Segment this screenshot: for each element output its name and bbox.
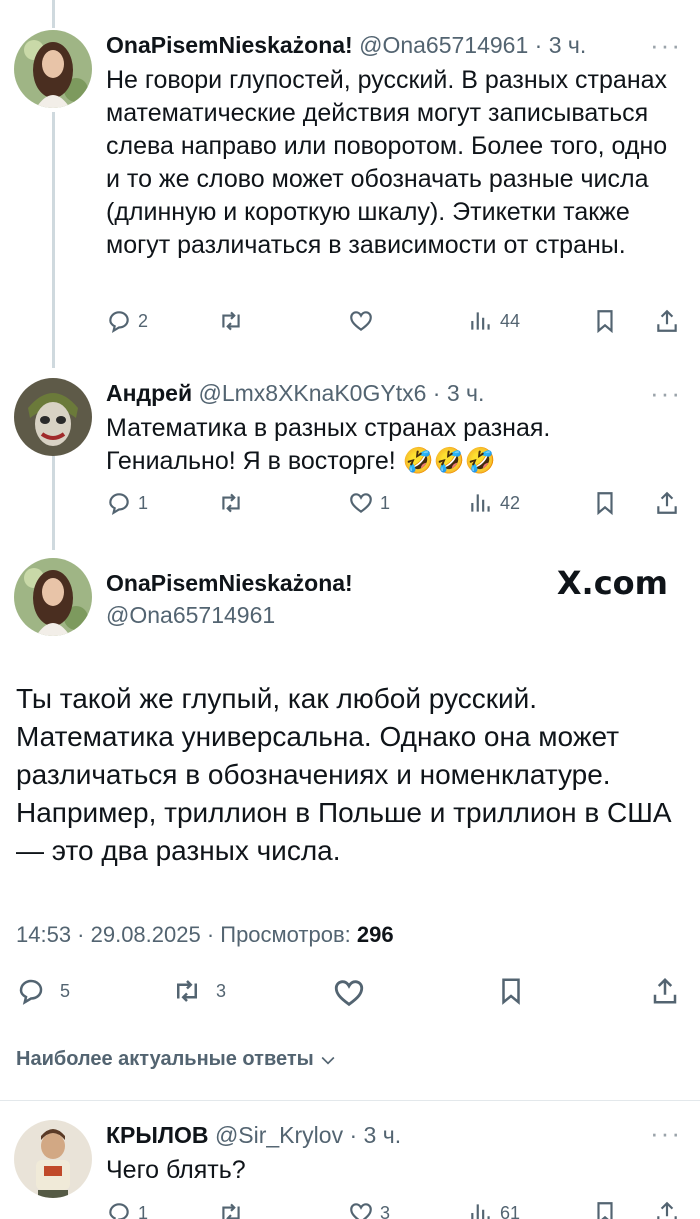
bookmark-button[interactable] bbox=[592, 308, 618, 334]
share-button[interactable] bbox=[654, 1200, 680, 1219]
tweet-header: OnaPisemNieskażona! @Ona65714961 · 3 ч. bbox=[106, 32, 586, 59]
avatar[interactable] bbox=[14, 558, 92, 636]
reply-icon bbox=[109, 1203, 129, 1219]
retweet-icon bbox=[222, 1203, 240, 1219]
views-icon bbox=[471, 1204, 490, 1219]
bookmark-icon bbox=[597, 1202, 613, 1219]
tweet-actions: 1 3 61 bbox=[106, 1200, 686, 1219]
author-name[interactable]: КРЫЛОВ bbox=[106, 1122, 209, 1148]
reply-button[interactable]: 1 bbox=[106, 490, 148, 516]
divider bbox=[0, 1100, 700, 1101]
tweet-text: Математика в разных странах разная. Гени… bbox=[106, 414, 551, 475]
bookmark-button[interactable] bbox=[592, 1200, 618, 1219]
bookmark-button[interactable] bbox=[592, 490, 618, 516]
views-button[interactable]: 61 bbox=[468, 1200, 520, 1219]
bookmark-icon bbox=[502, 978, 520, 1005]
avatar[interactable] bbox=[14, 1120, 92, 1198]
author-handle[interactable]: @Sir_Krylov bbox=[215, 1122, 343, 1148]
more-icon[interactable]: ··· bbox=[650, 30, 682, 61]
replies-sort-selector[interactable]: Наиболее актуальные ответы bbox=[16, 1048, 338, 1071]
author-name[interactable]: OnaPisemNieskażona! bbox=[106, 32, 353, 58]
reply-button[interactable]: 5 bbox=[16, 976, 70, 1006]
reply-tweet[interactable]: КРЫЛОВ @Sir_Krylov · 3 ч. ··· Чего блять… bbox=[0, 1110, 700, 1219]
share-icon bbox=[657, 1201, 677, 1219]
reply-count: 1 bbox=[138, 1202, 149, 1219]
author-handle[interactable]: @Ona65714961 bbox=[359, 32, 528, 58]
retweet-button[interactable] bbox=[218, 308, 244, 334]
tweet-time: · 3 ч. bbox=[349, 1122, 402, 1148]
reply-button[interactable]: 2 bbox=[106, 308, 148, 334]
author-name[interactable]: Андрей bbox=[106, 380, 192, 406]
like-count: 1 bbox=[380, 492, 391, 513]
views-count: 44 bbox=[500, 310, 521, 331]
avatar[interactable] bbox=[14, 378, 92, 456]
bookmark-icon bbox=[597, 310, 613, 334]
main-tweet-text: Ты такой же глупый, как любой русский. М… bbox=[16, 683, 672, 866]
reply-icon bbox=[19, 979, 43, 1005]
views-button[interactable]: 42 bbox=[468, 490, 520, 516]
like-button[interactable]: 3 bbox=[348, 1200, 390, 1219]
like-icon bbox=[350, 1203, 372, 1219]
chevron-down-icon bbox=[321, 1056, 335, 1065]
tweet-time: · 3 ч. bbox=[432, 380, 485, 406]
author-handle[interactable]: @Ona65714961 bbox=[106, 602, 275, 629]
views-count: 42 bbox=[500, 492, 521, 513]
share-button[interactable] bbox=[654, 308, 680, 334]
tweet-actions: 2 44 bbox=[106, 308, 686, 338]
retweet-icon bbox=[222, 311, 240, 331]
share-icon bbox=[653, 977, 677, 1004]
like-icon bbox=[334, 980, 364, 1007]
sort-label: Наиболее актуальные ответы bbox=[16, 1048, 314, 1070]
reply-icon bbox=[109, 311, 129, 334]
reply-button[interactable]: 1 bbox=[106, 1200, 148, 1219]
views-count: 61 bbox=[500, 1202, 521, 1219]
views-icon bbox=[471, 312, 490, 330]
like-button[interactable]: 1 bbox=[348, 490, 390, 516]
main-tweet-actions: 5 3 bbox=[16, 976, 686, 1007]
share-icon bbox=[657, 309, 677, 332]
reply-count: 1 bbox=[138, 492, 149, 513]
tweet-text: Чего блять? bbox=[106, 1156, 246, 1184]
like-button[interactable] bbox=[332, 976, 366, 1010]
retweet-icon bbox=[222, 493, 240, 513]
tweet-time: · 3 ч. bbox=[534, 32, 587, 58]
like-icon bbox=[350, 311, 372, 331]
share-icon bbox=[657, 491, 677, 514]
share-button[interactable] bbox=[654, 490, 680, 516]
more-icon[interactable]: ··· bbox=[650, 1118, 682, 1149]
retweet-count: 3 bbox=[216, 980, 227, 1001]
author-name[interactable]: OnaPisemNieskażona! bbox=[106, 570, 353, 597]
views-icon bbox=[471, 494, 490, 512]
like-count: 3 bbox=[380, 1202, 391, 1219]
like-icon bbox=[350, 493, 372, 513]
tweet-1[interactable]: OnaPisemNieskażona! @Ona65714961 · 3 ч. … bbox=[0, 0, 700, 360]
main-tweet: OnaPisemNieskażona! @Ona65714961 X.com Т… bbox=[0, 550, 700, 1040]
author-handle[interactable]: @Lmx8XKnaK0GYtx6 bbox=[198, 380, 426, 406]
bookmark-button[interactable] bbox=[496, 976, 526, 1006]
x-logo: X.com bbox=[556, 564, 668, 602]
tweet-actions: 1 1 42 bbox=[106, 490, 686, 520]
retweet-button[interactable]: 3 bbox=[172, 976, 226, 1006]
tweet-text: Не говори глупостей, русский. В разных с… bbox=[106, 66, 668, 259]
reply-count: 5 bbox=[60, 980, 71, 1001]
tweet-timestamp: 14:53 · 29.08.2025 · Просмотров: bbox=[16, 922, 351, 947]
retweet-button[interactable] bbox=[218, 490, 244, 516]
retweet-button[interactable] bbox=[218, 1200, 244, 1219]
bookmark-icon bbox=[597, 492, 613, 516]
reply-count: 2 bbox=[138, 310, 149, 331]
like-button[interactable] bbox=[348, 308, 374, 334]
more-icon[interactable]: ··· bbox=[650, 378, 682, 409]
tweet-2[interactable]: Андрей @Lmx8XKnaK0GYtx6 · 3 ч. ··· Матем… bbox=[0, 368, 700, 538]
tweet-meta: 14:53 · 29.08.2025 · Просмотров: 296 bbox=[16, 922, 394, 948]
share-button[interactable] bbox=[650, 976, 680, 1006]
tweet-header: КРЫЛОВ @Sir_Krylov · 3 ч. bbox=[106, 1122, 401, 1149]
views-button[interactable]: 44 bbox=[468, 308, 520, 334]
avatar[interactable] bbox=[14, 30, 92, 108]
reply-icon bbox=[109, 493, 129, 516]
retweet-icon bbox=[177, 980, 197, 1002]
tweet-header: Андрей @Lmx8XKnaK0GYtx6 · 3 ч. bbox=[106, 380, 484, 407]
views-total: 296 bbox=[356, 922, 394, 947]
